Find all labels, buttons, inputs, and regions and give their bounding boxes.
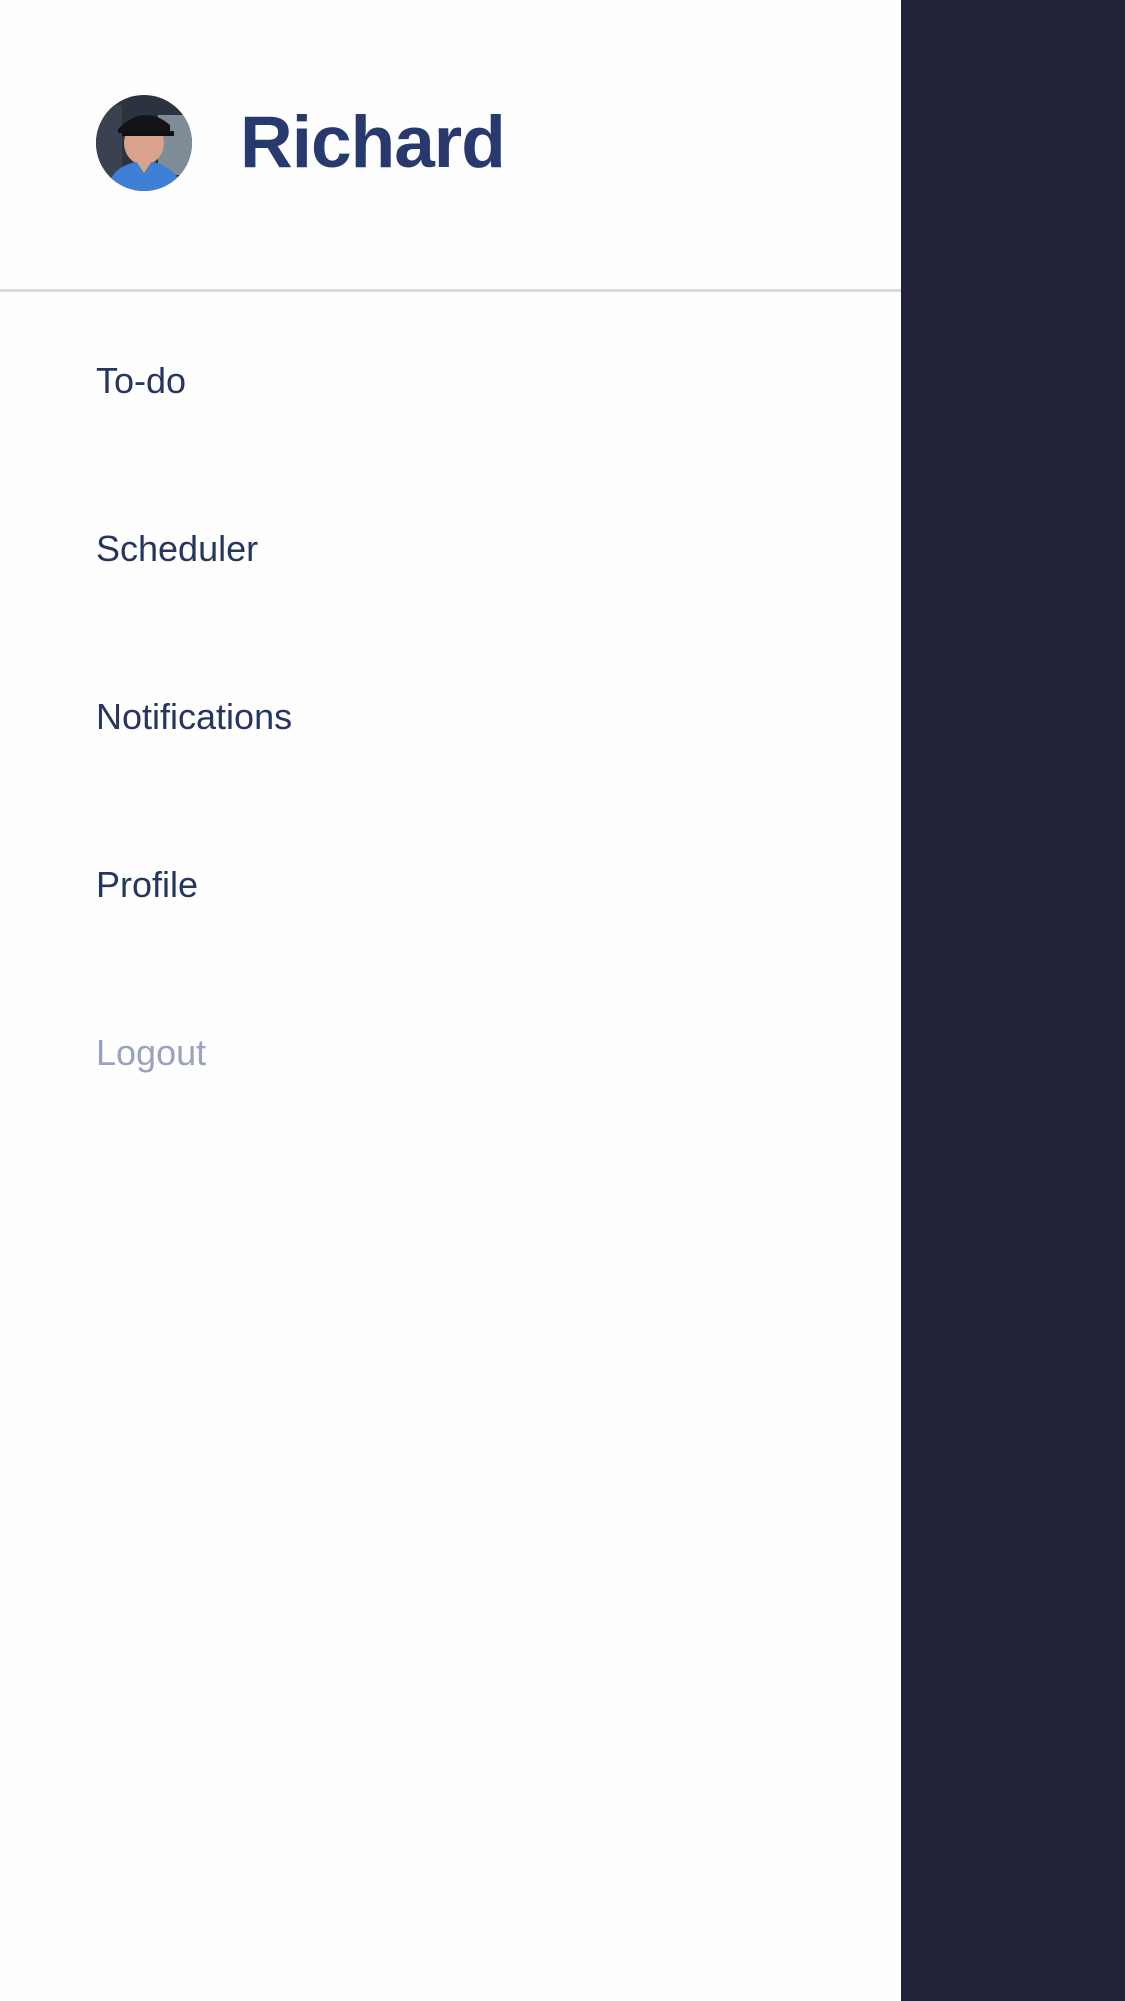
menu-item-profile[interactable]: Profile <box>96 863 198 907</box>
user-photo-avatar-icon <box>96 95 192 191</box>
navigation-drawer: Richard To-do Scheduler Notifications Pr… <box>0 0 901 2001</box>
avatar[interactable] <box>96 95 192 191</box>
menu-item-todo[interactable]: To-do <box>96 359 186 403</box>
drawer-header: Richard <box>0 0 901 292</box>
drawer-scrim-overlay[interactable] <box>901 0 1125 2001</box>
user-name: Richard <box>240 102 506 183</box>
app-screen: Richard To-do Scheduler Notifications Pr… <box>0 0 1125 2001</box>
menu-item-notifications[interactable]: Notifications <box>96 695 292 739</box>
menu-item-scheduler[interactable]: Scheduler <box>96 527 258 571</box>
menu-item-logout[interactable]: Logout <box>96 1031 206 1075</box>
